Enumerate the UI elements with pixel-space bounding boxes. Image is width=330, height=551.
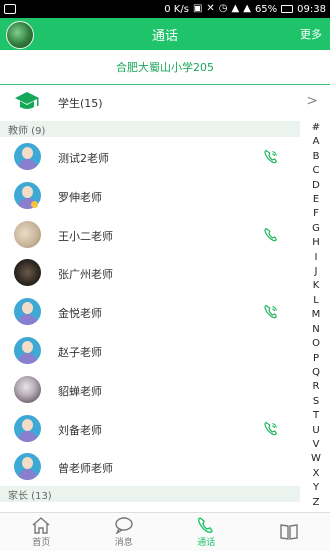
graduation-cap-icon <box>14 90 40 114</box>
phone-icon[interactable] <box>263 227 279 243</box>
index-letter[interactable]: F <box>313 207 319 221</box>
index-letter[interactable]: A <box>313 135 320 149</box>
bottom-nav: 首页 消息 通话 <box>0 512 330 551</box>
contact-row[interactable]: 赵子老师 <box>0 332 300 370</box>
contact-name: 王小二老师 <box>58 228 113 244</box>
avatar <box>14 259 41 286</box>
index-letter[interactable]: E <box>313 193 319 207</box>
contact-row[interactable]: 刘备老师 <box>0 410 300 448</box>
index-letter[interactable]: C <box>313 164 320 178</box>
avatar <box>14 453 41 480</box>
index-letter[interactable]: Q <box>312 366 320 380</box>
home-icon <box>31 516 51 534</box>
alphabet-index[interactable]: #ABCDEFGHIJKLMNOPQRSTUVWXYZ <box>306 121 326 510</box>
index-letter[interactable]: G <box>312 222 320 236</box>
index-letter[interactable]: U <box>312 424 319 438</box>
school-selector[interactable]: 合肥大蜀山小学205 <box>0 50 330 85</box>
clock: 09:38 <box>297 4 326 15</box>
contact-row[interactable]: 测试2老师 <box>0 138 300 176</box>
contact-name: 金悦老师 <box>58 305 102 321</box>
status-badge <box>31 201 38 208</box>
contact-row[interactable]: 张广州老师 <box>0 254 300 292</box>
user-avatar[interactable] <box>6 21 34 49</box>
avatar <box>14 415 41 442</box>
contact-name: 曾老师老师 <box>58 460 113 476</box>
school-name: 合肥大蜀山小学205 <box>116 59 214 75</box>
contact-name: 罗伸老师 <box>58 189 102 205</box>
message-icon <box>114 516 134 534</box>
contact-name: 赵子老师 <box>58 344 102 360</box>
section-header-teachers: 教师 (9) <box>0 121 300 137</box>
index-letter[interactable]: D <box>312 179 320 193</box>
students-label: 学生(15) <box>58 95 103 111</box>
index-letter[interactable]: S <box>313 395 319 409</box>
avatar <box>14 337 41 364</box>
nav-home[interactable]: 首页 <box>0 513 83 551</box>
section-label: 教师 (9) <box>8 122 45 137</box>
app-header: 通话 更多 <box>0 18 330 50</box>
avatar <box>14 221 41 248</box>
nav-calls[interactable]: 通话 <box>165 513 248 551</box>
index-letter[interactable]: X <box>313 467 320 481</box>
book-icon <box>279 523 299 541</box>
network-speed: 0 K/s <box>164 4 189 15</box>
index-letter[interactable]: J <box>315 265 318 279</box>
contact-name: 貂蝉老师 <box>58 383 102 399</box>
index-letter[interactable]: Y <box>313 481 319 495</box>
contact-row[interactable]: 金悦老师 <box>0 293 300 331</box>
index-letter[interactable]: K <box>313 279 320 293</box>
battery-percent: 65% <box>255 4 277 15</box>
index-letter[interactable]: H <box>312 236 320 250</box>
contact-name: 测试2老师 <box>58 150 109 166</box>
avatar <box>14 298 41 325</box>
signal-icon: ▲ <box>232 4 240 14</box>
avatar <box>14 143 41 170</box>
nav-contacts-book[interactable] <box>248 513 330 551</box>
index-letter[interactable]: M <box>312 308 321 322</box>
app-icon <box>4 4 16 14</box>
battery-icon <box>281 5 293 13</box>
contact-row[interactable]: 曾老师老师 <box>0 448 300 486</box>
phone-wave-icon[interactable] <box>263 149 279 165</box>
index-letter[interactable]: O <box>312 337 320 351</box>
contact-row[interactable]: 貂蝉老师 <box>0 371 300 409</box>
nav-label: 消息 <box>115 535 133 548</box>
nfc-icon: ▣ <box>193 4 202 14</box>
more-button[interactable]: 更多 <box>300 26 322 42</box>
avatar <box>14 376 41 403</box>
phone-icon <box>196 516 216 534</box>
index-letter[interactable]: B <box>313 150 320 164</box>
alarm-icon: ◷ <box>219 4 228 14</box>
index-letter[interactable]: R <box>313 380 320 394</box>
nav-label: 首页 <box>32 535 50 548</box>
contact-name: 张广州老师 <box>58 266 113 282</box>
index-letter[interactable]: P <box>313 352 319 366</box>
nav-label: 通话 <box>197 535 215 548</box>
chevron-right-icon: > <box>306 93 318 109</box>
status-bar: 0 K/s ▣ ✕ ◷ ▲ ▲ 65% 09:38 <box>0 0 330 18</box>
section-label: 家长 (13) <box>8 487 52 502</box>
section-header-parents: 家长 (13) <box>0 486 300 502</box>
index-letter[interactable]: W <box>311 452 321 466</box>
phone-wave-icon[interactable] <box>263 304 279 320</box>
contact-name: 刘备老师 <box>58 422 102 438</box>
nav-messages[interactable]: 消息 <box>83 513 166 551</box>
contact-row[interactable]: 王小二老师 <box>0 216 300 254</box>
phone-wave-icon[interactable] <box>263 421 279 437</box>
contact-row[interactable]: 罗伸老师 <box>0 177 300 215</box>
mute-icon: ✕ <box>206 4 214 14</box>
index-letter[interactable]: I <box>315 251 318 265</box>
index-letter[interactable]: Z <box>313 496 320 510</box>
index-letter[interactable]: N <box>312 323 319 337</box>
index-letter[interactable]: T <box>313 409 319 423</box>
students-group[interactable]: 学生(15) > <box>0 85 330 119</box>
page-title: 通话 <box>152 25 178 44</box>
index-letter[interactable]: L <box>313 294 319 308</box>
index-letter[interactable]: V <box>313 438 320 452</box>
index-letter[interactable]: # <box>312 121 320 135</box>
signal-icon-2: ▲ <box>243 4 251 14</box>
